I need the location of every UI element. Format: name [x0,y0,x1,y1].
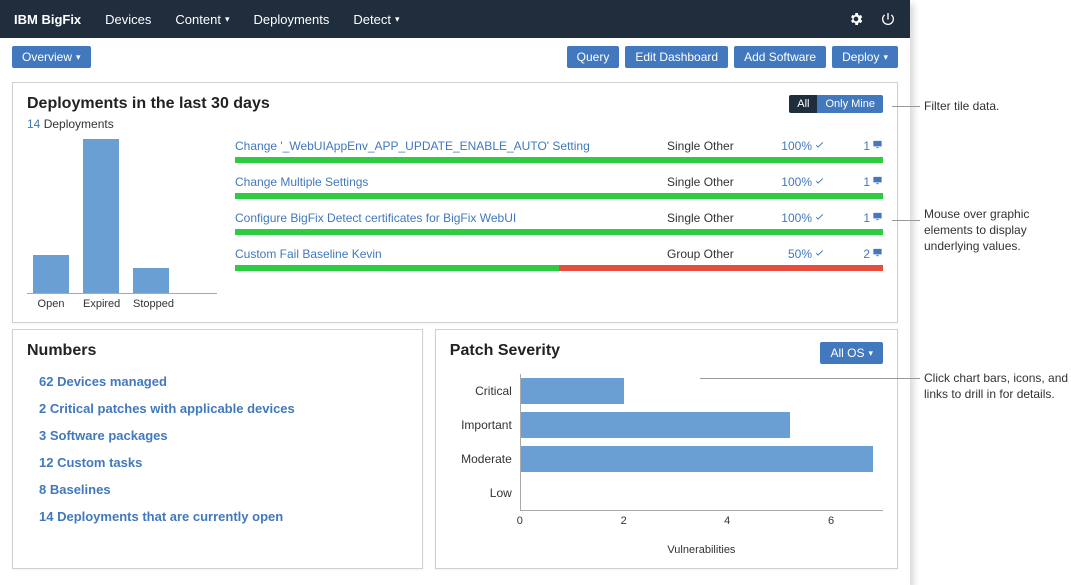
add-software-button[interactable]: Add Software [734,46,826,68]
deployment-count: 1 [853,175,883,189]
numbers-tile: Numbers 62 Devices managed2 Critical pat… [12,329,423,569]
caret-down-icon: ▾ [868,348,873,359]
deployment-row: Change Multiple SettingsSingle Other 100%… [235,175,883,199]
nav-deployments[interactable]: Deployments [254,12,330,27]
filter-only-mine[interactable]: Only Mine [817,95,883,113]
deployment-type: Single Other [667,211,747,225]
deployment-count: 1 [853,139,883,153]
deployment-percent: 100% [775,139,825,153]
bar-label-open: Open [33,298,69,310]
caret-down-icon: ▾ [883,52,888,63]
patch-severity-chart: Critical Important Moderate Low [450,374,883,510]
axis-tick: 4 [724,515,730,527]
numbers-link[interactable]: 3 Software packages [27,422,408,449]
deploy-dropdown[interactable]: Deploy▾ [832,46,898,68]
patch-severity-title: Patch Severity [450,342,560,360]
numbers-title: Numbers [27,342,408,360]
deployment-percent: 50% [775,247,825,261]
check-icon [814,211,825,225]
deployment-progress-bar[interactable] [235,265,883,271]
numbers-link[interactable]: 8 Baselines [27,476,408,503]
brand: IBM BigFix [14,12,81,27]
deployment-link[interactable]: Configure BigFix Detect certificates for… [235,211,667,225]
monitor-icon [872,175,883,189]
patch-severity-xlabel: Vulnerabilities [520,544,883,556]
deployment-percent: 100% [775,211,825,225]
nav-devices[interactable]: Devices [105,12,151,27]
deployment-link[interactable]: Change '_WebUIAppEnv_APP_UPDATE_ENABLE_A… [235,139,667,153]
deployment-type: Single Other [667,175,747,189]
deployment-row: Change '_WebUIAppEnv_APP_UPDATE_ENABLE_A… [235,139,883,163]
severity-label: Critical [450,384,520,398]
severity-label: Low [450,486,520,500]
axis-tick: 6 [828,515,834,527]
severity-bar-important[interactable] [521,412,790,438]
deployment-type: Group Other [667,247,747,261]
bar-label-expired: Expired [83,298,119,310]
severity-label: Important [450,418,520,432]
bar-open[interactable] [33,255,69,294]
annotation-hover: Mouse over graphic elements to display u… [924,206,1071,255]
severity-bar-moderate[interactable] [521,446,873,472]
all-os-dropdown[interactable]: All OS▾ [820,342,883,364]
deployment-progress-bar[interactable] [235,193,883,199]
deployments-tile: Deployments in the last 30 days 14 Deplo… [12,82,898,323]
patch-severity-tile: Patch Severity All OS▾ Critical Important… [435,329,898,569]
deployments-bar-chart: Open Expired Stopped [27,139,217,310]
check-icon [814,139,825,153]
nav-detect[interactable]: Detect▾ [353,12,399,27]
deployments-list: Change '_WebUIAppEnv_APP_UPDATE_ENABLE_A… [235,139,883,310]
check-icon [814,247,825,261]
deployment-progress-bar[interactable] [235,229,883,235]
gear-icon[interactable] [848,11,864,27]
annotation-filter: Filter tile data. [924,98,1071,114]
severity-bar-critical[interactable] [521,378,624,404]
nav-content[interactable]: Content▾ [175,12,229,27]
patch-severity-axis: 0 2 4 6 [520,510,883,526]
deployment-row: Custom Fail Baseline KevinGroup Other 50%… [235,247,883,271]
bar-label-stopped: Stopped [133,298,169,310]
filter-all[interactable]: All [789,95,817,113]
monitor-icon [872,211,883,225]
power-icon[interactable] [880,11,896,27]
deployments-title: Deployments in the last 30 days [27,95,270,113]
annotation-click: Click chart bars, icons, and links to dr… [924,370,1071,402]
edit-dashboard-button[interactable]: Edit Dashboard [625,46,728,68]
monitor-icon [872,139,883,153]
deployment-row: Configure BigFix Detect certificates for… [235,211,883,235]
numbers-link[interactable]: 12 Custom tasks [27,449,408,476]
caret-down-icon: ▾ [395,14,400,25]
monitor-icon [872,247,883,261]
numbers-list: 62 Devices managed2 Critical patches wit… [27,368,408,530]
top-navbar: IBM BigFix Devices Content▾ Deployments … [0,0,910,38]
filter-toggle: All Only Mine [789,95,883,113]
deployment-progress-bar[interactable] [235,157,883,163]
axis-tick: 2 [621,515,627,527]
caret-down-icon: ▾ [76,52,81,63]
caret-down-icon: ▾ [225,14,230,25]
bar-stopped[interactable] [133,268,169,293]
deployment-count: 1 [853,211,883,225]
severity-label: Moderate [450,452,520,466]
numbers-link[interactable]: 14 Deployments that are currently open [27,503,408,530]
numbers-link[interactable]: 2 Critical patches with applicable devic… [27,395,408,422]
deployments-subtitle: 14 Deployments [27,117,270,131]
bar-expired[interactable] [83,139,119,293]
deployment-type: Single Other [667,139,747,153]
numbers-link[interactable]: 62 Devices managed [27,368,408,395]
deployment-link[interactable]: Change Multiple Settings [235,175,667,189]
query-button[interactable]: Query [567,46,620,68]
check-icon [814,175,825,189]
deployment-count: 2 [853,247,883,261]
deployment-link[interactable]: Custom Fail Baseline Kevin [235,247,667,261]
axis-tick: 0 [517,515,523,527]
action-row: Overview▾ Query Edit Dashboard Add Softw… [0,38,910,76]
overview-dropdown[interactable]: Overview▾ [12,46,91,68]
deployment-percent: 100% [775,175,825,189]
